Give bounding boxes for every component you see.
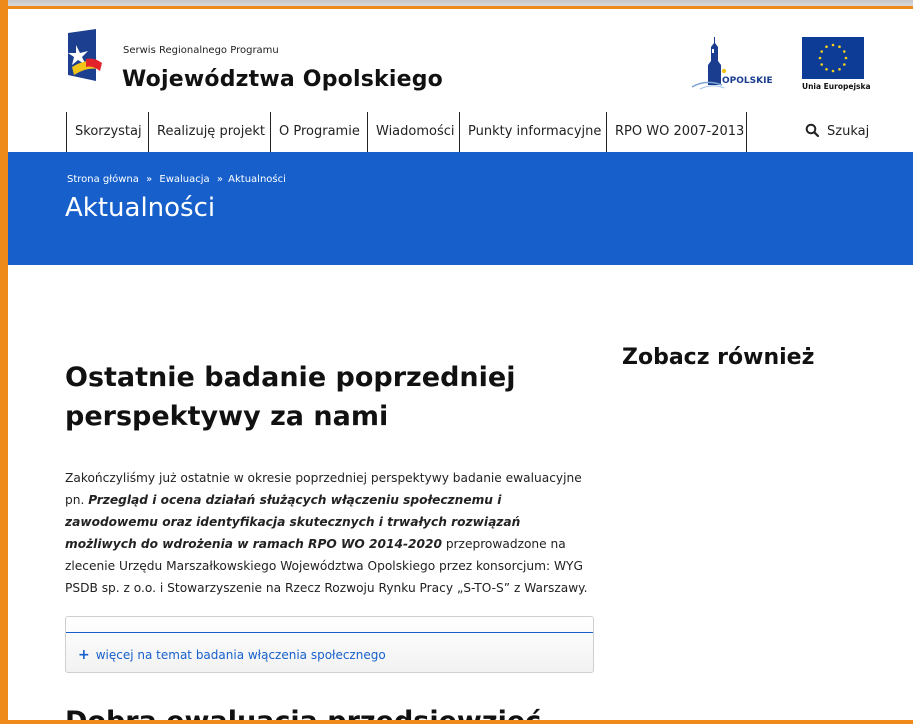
- browser-viewport: Serwis Regionalnego Programu Województwa…: [0, 0, 913, 724]
- breadcrumb-item-current: Aktualności: [228, 174, 286, 185]
- window-focus-border-left: [0, 0, 8, 724]
- more-info-accordion[interactable]: + więcej na temat badania włączenia społe…: [65, 616, 594, 673]
- search-label: Szukaj: [827, 124, 870, 139]
- nav-item-wiadomosci[interactable]: Wiadomości: [367, 112, 463, 152]
- breadcrumb-separator: »: [146, 174, 153, 185]
- page-title: Aktualności: [65, 193, 216, 223]
- sidebar-title: Zobacz również: [622, 345, 815, 370]
- accordion-divider: [66, 632, 593, 633]
- article-title[interactable]: Ostatnie badanie poprzedniej perspektywy…: [65, 358, 585, 436]
- breadcrumb-item-ewaluacja[interactable]: Ewaluacja: [159, 174, 209, 185]
- opolskie-logo-label: OPOLSKIE: [722, 76, 773, 86]
- breadcrumb-separator: »: [216, 174, 223, 185]
- brand-title[interactable]: Województwa Opolskiego: [122, 67, 443, 92]
- breadcrumb-item-home[interactable]: Strona główna: [67, 174, 139, 185]
- eu-flag-icon: [802, 37, 864, 79]
- main-navigation: Skorzystaj Realizuję projekt O Programie…: [8, 112, 913, 152]
- nav-item-skorzystaj[interactable]: Skorzystaj: [66, 112, 150, 152]
- nav-item-o-programie[interactable]: O Programie: [270, 112, 368, 152]
- brand-subtitle: Serwis Regionalnego Programu: [123, 45, 279, 56]
- nav-item-realizuje-projekt[interactable]: Realizuję projekt: [148, 112, 273, 152]
- page-banner: Strona główna » Ewaluacja » Aktualności …: [8, 152, 913, 265]
- article-body: Zakończyliśmy już ostatnie w okresie pop…: [65, 467, 595, 599]
- search-button[interactable]: Szukaj: [805, 112, 869, 152]
- fundusze-europejskie-logo-icon[interactable]: [64, 29, 104, 81]
- more-info-label: więcej na temat badania włączenia społec…: [95, 648, 386, 662]
- breadcrumb: Strona główna » Ewaluacja » Aktualności: [67, 174, 286, 185]
- nav-item-rpo-wo-2007-2013[interactable]: RPO WO 2007-2013: [606, 112, 752, 152]
- nav-divider: [746, 112, 747, 152]
- eu-flag-label: Unia Europejska: [802, 82, 871, 91]
- more-info-link[interactable]: + więcej na temat badania włączenia społe…: [78, 647, 386, 663]
- search-icon: [805, 123, 820, 138]
- nav-item-punkty-informacyjne[interactable]: Punkty informacyjne: [459, 112, 609, 152]
- window-focus-border-bottom: [0, 720, 913, 724]
- plus-icon: +: [78, 647, 90, 663]
